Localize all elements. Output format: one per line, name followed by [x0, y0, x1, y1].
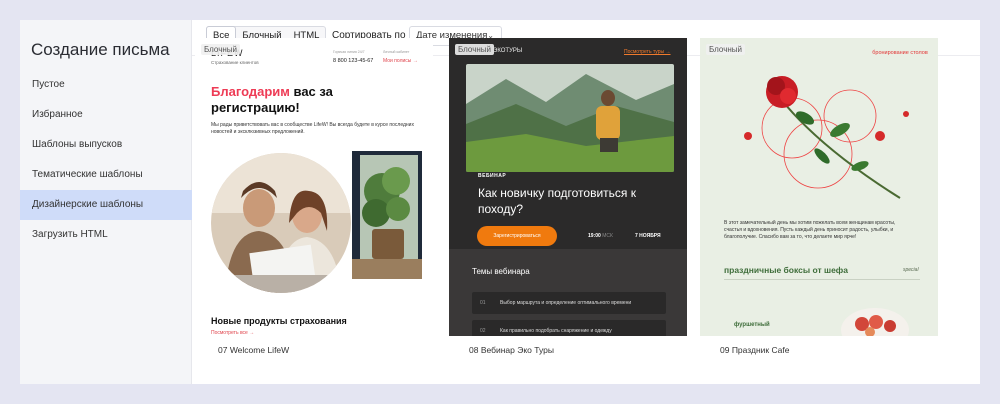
- preview-rose-illustration: [744, 76, 909, 199]
- preview-headline: Благодарим вас за регистрацию!: [211, 84, 411, 116]
- template-caption-welcome[interactable]: 07 Welcome LifeW: [218, 345, 289, 355]
- preview-headline-accent: Благодарим: [211, 84, 290, 99]
- sidebar-item-thematic-templates[interactable]: Тематические шаблоны: [20, 160, 192, 190]
- template-card-cafe[interactable]: Блочный бронирование столов В этот замеч…: [700, 38, 938, 336]
- preview-photo-plant: [352, 151, 422, 279]
- preview-topic-row: 01 Выбор маршрута и определение оптимальн…: [472, 292, 666, 314]
- preview-phone-label: Горячая линия 24/7: [333, 50, 365, 54]
- preview-section-title: праздничные боксы от шефа: [724, 265, 848, 275]
- sidebar-item-upload-html[interactable]: Загрузить HTML: [20, 220, 192, 250]
- preview-register-button: Зарегистрироваться: [477, 226, 557, 246]
- preview-phone: 8 800 123-45-67: [333, 58, 374, 64]
- preview-account-link: Мои полисы →: [383, 58, 418, 64]
- preview-timezone: МСК: [602, 233, 613, 239]
- preview-topic-number: 01: [480, 300, 486, 306]
- preview-section-title: Новые продукты страхования: [211, 316, 347, 326]
- preview-divider: [724, 279, 920, 280]
- sidebar-item-designer-templates[interactable]: Дизайнерские шаблоны: [20, 190, 192, 220]
- sidebar-item-issue-templates[interactable]: Шаблоны выпусков: [20, 130, 192, 160]
- preview-special-label: special: [903, 267, 919, 273]
- preview-item-title: фуршетный: [734, 322, 770, 328]
- sidebar-item-favorites[interactable]: Избранное: [20, 100, 192, 130]
- preview-time-value: 19:00: [588, 233, 601, 239]
- template-card-webinar[interactable]: Блочный ЭКОТУРЫ Посмотреть туры → ВЕБИНА…: [449, 38, 687, 336]
- sidebar: Создание письма Пустое Избранное Шаблоны…: [20, 20, 192, 384]
- preview-topics-title: Темы вебинара: [472, 267, 530, 276]
- preview-topic-row: 02 Как правильно подобрать снаряжение и о…: [472, 320, 666, 336]
- preview-topic-text: Выбор маршрута и определение оптимальног…: [500, 300, 632, 306]
- preview-top-link: Посмотреть туры →: [624, 49, 671, 55]
- preview-date: 7 НОЯБРЯ: [635, 233, 661, 239]
- preview-body-text: Мы рады приветствовать вас в сообществе …: [211, 122, 414, 135]
- template-type-badge: Блочный: [201, 44, 240, 55]
- preview-topic-text: Как правильно подобрать снаряжение и оде…: [500, 328, 612, 334]
- preview-food-image: [841, 308, 909, 336]
- sidebar-menu: Пустое Избранное Шаблоны выпусков Темати…: [20, 70, 192, 250]
- template-type-badge: Блочный: [706, 44, 745, 55]
- preview-topics-section: Темы вебинара 01 Выбор маршрута и определ…: [449, 249, 687, 336]
- preview-title: Как новичку подготовиться к походу?: [478, 186, 636, 216]
- sidebar-title: Создание письма: [31, 40, 170, 59]
- preview-time: 19:00 МСК: [588, 233, 613, 239]
- template-card-welcome[interactable]: Блочный LIFEW Страхование клиентов Горяч…: [195, 38, 433, 336]
- preview-body-text: В этот замечательный день мы хотим пожел…: [724, 220, 896, 240]
- preview-logo: ЭКОТУРЫ: [493, 48, 523, 54]
- preview-see-all-link: Посмотреть все →: [211, 330, 255, 336]
- template-caption-webinar[interactable]: 08 Вебинар Эко Туры: [469, 345, 554, 355]
- template-caption-cafe[interactable]: 09 Праздник Cafe: [720, 345, 789, 355]
- preview-photo-couple: [211, 153, 351, 293]
- preview-eyebrow: ВЕБИНАР: [478, 173, 507, 179]
- preview-topic-number: 02: [480, 328, 486, 334]
- preview-account-label: Личный кабинет: [383, 50, 410, 54]
- preview-logo-subtitle: Страхование клиентов: [211, 60, 259, 65]
- template-type-badge: Блочный: [455, 44, 494, 55]
- preview-hero-hiker-image: [466, 64, 674, 172]
- sidebar-item-empty[interactable]: Пустое: [20, 70, 192, 100]
- preview-booking-label: бронирование столов: [872, 50, 928, 56]
